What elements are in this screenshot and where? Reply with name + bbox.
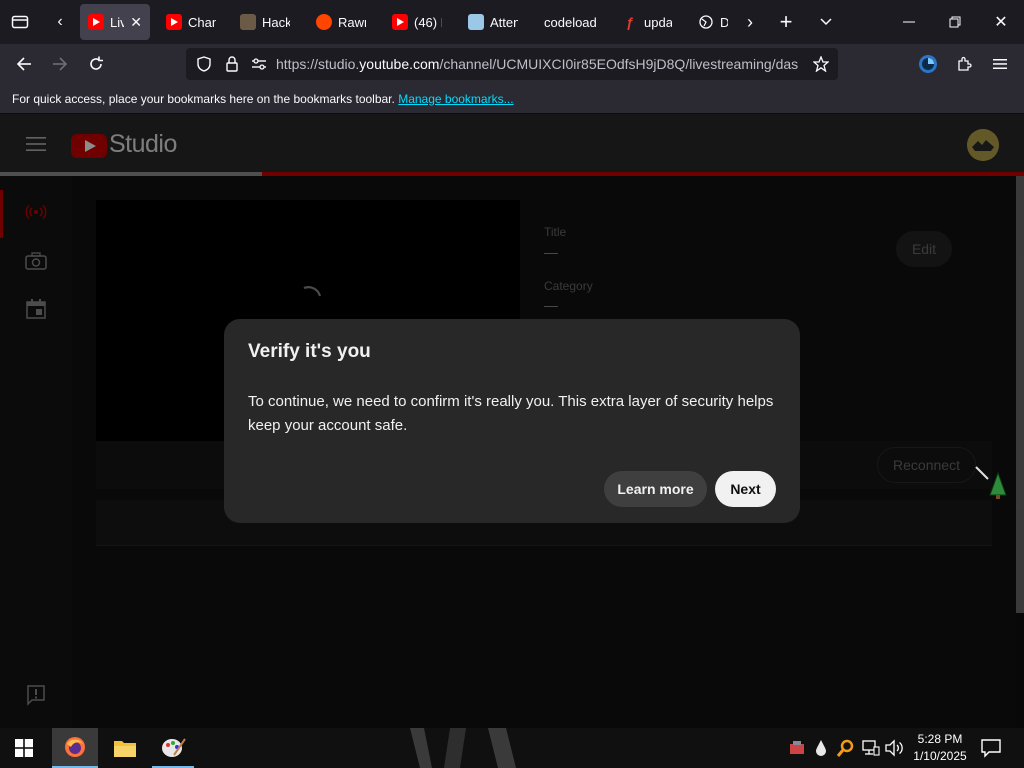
mouse-cursor-icon	[974, 465, 1010, 501]
tab-label: Do	[720, 14, 728, 30]
reddit-icon	[316, 14, 332, 30]
dialog-body: To continue, we need to confirm it's rea…	[248, 393, 774, 434]
tab-scroll-left-icon[interactable]: ‹	[48, 0, 72, 44]
permissions-icon[interactable]	[243, 44, 275, 84]
account-icon[interactable]	[912, 44, 944, 84]
next-button[interactable]: Next	[715, 471, 776, 507]
tab-scroll-right-icon[interactable]: ›	[738, 0, 762, 44]
back-icon[interactable]	[8, 44, 40, 84]
tab-label: (46) F	[414, 14, 442, 30]
youtube-icon	[88, 14, 104, 30]
close-tab-icon[interactable]: ✕	[130, 14, 142, 31]
tray-droplet-icon[interactable]	[814, 738, 828, 758]
paint-taskbar-icon[interactable]	[152, 728, 194, 768]
clock-date: 1/10/2025	[913, 749, 967, 763]
reload-icon[interactable]	[80, 44, 112, 84]
youtube-icon	[392, 14, 408, 30]
tray-app-icon[interactable]	[788, 738, 806, 758]
tab-youtube-46[interactable]: (46) F	[384, 4, 450, 40]
tab-live[interactable]: Live ✕	[80, 4, 150, 40]
list-all-tabs-icon[interactable]	[812, 0, 840, 44]
bookmarks-message: For quick access, place your bookmarks h…	[12, 92, 395, 106]
tab-label: codeload	[544, 14, 597, 30]
url-prefix: https://studio.	[276, 56, 360, 72]
new-tab-icon[interactable]: +	[772, 0, 800, 44]
tab-update[interactable]: ƒ updat	[614, 4, 680, 40]
learn-more-button[interactable]: Learn more	[604, 471, 707, 507]
tab-hack[interactable]: Hack	[232, 4, 298, 40]
file-explorer-icon[interactable]	[102, 728, 148, 768]
taskbar-decoration	[410, 728, 520, 768]
network-icon[interactable]	[862, 739, 880, 757]
clock-time: 5:28 PM	[917, 732, 963, 746]
bookmark-star-icon[interactable]	[805, 44, 837, 84]
url-text[interactable]: https://studio.youtube.com/channel/UCMUI…	[276, 56, 804, 72]
screen: ‹ Live ✕ Chan Hack Rawr (46) F Atten cod…	[0, 0, 1024, 768]
forward-icon[interactable]	[44, 44, 76, 84]
app-menu-icon[interactable]	[984, 44, 1016, 84]
tab-attendance[interactable]: Atten	[460, 4, 526, 40]
firefox-view-icon[interactable]	[6, 0, 34, 44]
tab-label: Atten	[490, 14, 518, 30]
tab-label: Rawr	[338, 14, 366, 30]
tab-codeload[interactable]: codeload	[536, 4, 610, 40]
profile-icon	[468, 14, 484, 30]
tab-label: Live	[110, 14, 125, 30]
flash-icon: ƒ	[626, 14, 634, 30]
extensions-icon[interactable]	[948, 44, 980, 84]
restore-icon[interactable]	[938, 0, 972, 44]
manage-bookmarks-link[interactable]: Manage bookmarks...	[398, 92, 513, 106]
volume-icon[interactable]	[884, 739, 904, 757]
tab-label: Chan	[188, 14, 216, 30]
youtube-icon	[166, 14, 182, 30]
firefox-taskbar-icon[interactable]	[52, 728, 98, 768]
bookmarks-toolbar: For quick access, place your bookmarks h…	[0, 84, 1024, 114]
tab-label: updat	[644, 14, 672, 30]
tab-reddit[interactable]: Rawr	[308, 4, 374, 40]
tab-label: Hack	[262, 14, 290, 30]
windows-start-icon[interactable]	[0, 728, 48, 768]
url-path: /channel/UCMUIXCI0ir85EOdfsH9jD8Q/livest…	[439, 56, 799, 72]
taskbar-clock[interactable]: 5:28 PM 1/10/2025	[906, 731, 974, 765]
action-center-icon[interactable]	[980, 738, 1002, 758]
tab-do[interactable]: Do	[690, 4, 736, 40]
url-domain: youtube.com	[359, 56, 440, 72]
tray-search-icon[interactable]	[836, 738, 854, 758]
dialog-title: Verify it's you	[248, 341, 371, 362]
tab-channel[interactable]: Chan	[158, 4, 224, 40]
tab-strip: ‹ Live ✕ Chan Hack Rawr (46) F Atten cod…	[0, 0, 1024, 44]
close-window-icon[interactable]: ✕	[984, 0, 1018, 44]
minimize-icon[interactable]	[892, 0, 926, 44]
site-thumbnail-icon	[240, 14, 256, 30]
globe-icon	[698, 14, 714, 30]
